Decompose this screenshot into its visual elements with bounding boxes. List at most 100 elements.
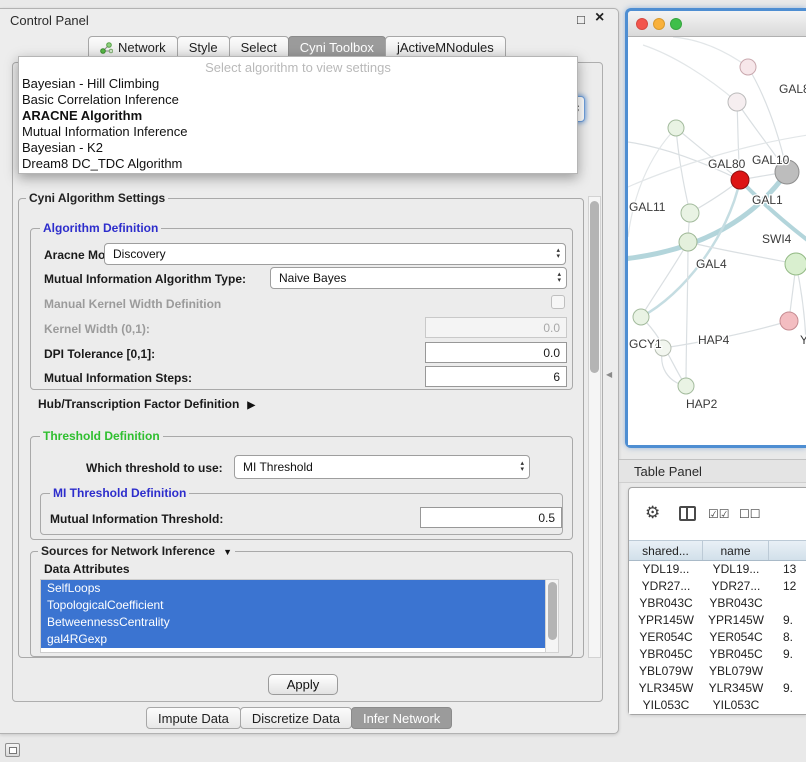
float-window-icon[interactable]: □ xyxy=(577,12,585,27)
network-node[interactable] xyxy=(780,312,798,330)
dpi-tolerance-label: DPI Tolerance [0,1]: xyxy=(44,347,155,361)
table-header-cell[interactable]: shared... xyxy=(629,541,703,560)
sources-header[interactable]: Sources for Network Inference ▼ xyxy=(38,544,235,558)
network-node[interactable] xyxy=(785,253,806,275)
combo-value: Discovery xyxy=(113,247,166,261)
network-node-label: GCY1 xyxy=(629,337,662,351)
network-node-label: GAL4 xyxy=(696,257,727,271)
network-node-label: SWI4 xyxy=(762,232,792,246)
minimize-traffic-light-icon[interactable] xyxy=(653,18,665,30)
table-cell: YLR345W xyxy=(703,680,769,697)
table-row[interactable]: YER054CYER054C8. xyxy=(629,629,806,646)
dpi-tolerance-field[interactable]: 0.0 xyxy=(425,342,567,363)
dropdown-placeholder: Select algorithm to view settings xyxy=(19,59,577,76)
network-tab-icon xyxy=(100,42,113,54)
mi-threshold-definition-title: MI Threshold Definition xyxy=(50,486,189,500)
network-node[interactable] xyxy=(668,120,684,136)
table-row[interactable]: YLR345WYLR345W9. xyxy=(629,680,806,697)
apply-button[interactable]: Apply xyxy=(268,674,338,695)
table-row[interactable]: YDL19...YDL19...13 xyxy=(629,561,806,578)
settings-scrollbar[interactable] xyxy=(588,196,601,658)
attribute-list-scrollbar-thumb[interactable] xyxy=(548,582,557,640)
table-cell: YBR043C xyxy=(703,595,769,612)
attribute-list-scrollbar[interactable] xyxy=(545,579,559,653)
network-node[interactable] xyxy=(633,309,649,325)
table-row[interactable]: YIL053CYIL053C xyxy=(629,697,806,714)
tab-label: Discretize Data xyxy=(252,711,340,726)
mi-threshold-field[interactable]: 0.5 xyxy=(420,507,562,528)
table-cell xyxy=(769,663,806,680)
aracne-mode-combo[interactable]: Discovery ▴▾ xyxy=(104,243,566,265)
expand-right-icon[interactable]: ▶ xyxy=(247,400,255,411)
dropdown-item[interactable]: Bayesian - Hill Climbing xyxy=(19,76,577,92)
table-cell: YBL079W xyxy=(629,663,703,680)
mi-algorithm-type-combo[interactable]: Naive Bayes ▴▾ xyxy=(270,267,567,289)
tab-impute-data[interactable]: Impute Data xyxy=(146,707,241,729)
mi-steps-field[interactable]: 6 xyxy=(425,366,567,387)
kernel-width-field: 0.0 xyxy=(425,317,567,338)
dropdown-item[interactable]: Bayesian - K2 xyxy=(19,140,577,156)
collapse-down-icon[interactable]: ▼ xyxy=(223,547,232,557)
table-row[interactable]: YBR045CYBR045C9. xyxy=(629,646,806,663)
close-window-icon[interactable]: × xyxy=(595,9,604,27)
clear-selection-icon[interactable]: ☐☐ xyxy=(739,507,761,521)
table-cell: YBR045C xyxy=(629,646,703,663)
network-node[interactable] xyxy=(679,233,697,251)
network-edge xyxy=(628,128,676,237)
restore-panel-icon[interactable] xyxy=(5,743,20,757)
combo-arrows-icon: ▴▾ xyxy=(556,244,560,264)
network-node[interactable] xyxy=(728,93,746,111)
network-node[interactable] xyxy=(731,171,749,189)
tab-label: Infer Network xyxy=(363,711,440,726)
dropdown-item[interactable]: Basic Correlation Inference xyxy=(19,92,577,108)
gear-icon[interactable]: ⚙ xyxy=(645,503,660,523)
tab-label: Network xyxy=(118,40,166,55)
columns-icon[interactable] xyxy=(679,506,696,521)
table-cell: YDL19... xyxy=(629,561,703,578)
network-node-label: GAL11 xyxy=(629,200,666,214)
settings-scrollbar-thumb[interactable] xyxy=(590,201,599,373)
attribute-list-item[interactable]: BetweennessCentrality xyxy=(41,614,545,631)
network-canvas[interactable]: GAL8GAL80GAL10GAL11GAL1SWI4GAL4GCY1HAP4H… xyxy=(628,37,806,445)
table-cell: YBR043C xyxy=(629,595,703,612)
tab-discretize-data[interactable]: Discretize Data xyxy=(240,707,352,729)
attribute-list-item[interactable]: TopologicalCoefficient xyxy=(41,597,545,614)
attribute-list-item[interactable]: gal4RGexp xyxy=(41,631,545,648)
sources-title: Sources for Network Inference xyxy=(41,544,215,558)
bottom-tabbar: Impute Data Discretize Data Infer Networ… xyxy=(146,707,451,729)
attribute-list-item[interactable]: SelfLoops xyxy=(41,580,545,597)
table-row[interactable]: YBL079WYBL079W xyxy=(629,663,806,680)
dropdown-item-highlighted[interactable]: ARACNE Algorithm xyxy=(19,108,577,124)
close-traffic-light-icon[interactable] xyxy=(636,18,648,30)
tab-label: Style xyxy=(189,40,218,55)
attribute-list[interactable]: SelfLoops TopologicalCoefficient Between… xyxy=(40,579,559,653)
table-header-cell[interactable]: name xyxy=(703,541,769,560)
combo-down-icon: ▾ xyxy=(520,467,524,473)
table-cell: YLR345W xyxy=(629,680,703,697)
select-all-icon[interactable]: ☑☑ xyxy=(708,507,730,521)
table-row[interactable]: YBR043CYBR043C xyxy=(629,595,806,612)
network-node[interactable] xyxy=(681,204,699,222)
table-cell: YER054C xyxy=(703,629,769,646)
network-node[interactable] xyxy=(740,59,756,75)
network-node[interactable] xyxy=(678,378,694,394)
table-row[interactable]: YPR145WYPR145W9. xyxy=(629,612,806,629)
table-header-cell[interactable] xyxy=(769,541,806,560)
tab-infer-network[interactable]: Infer Network xyxy=(351,707,452,729)
which-threshold-combo[interactable]: MI Threshold ▴▾ xyxy=(234,455,530,479)
dropdown-item[interactable]: Dream8 DC_TDC Algorithm xyxy=(19,156,577,172)
dropdown-item[interactable]: Mutual Information Inference xyxy=(19,124,577,140)
table-cell: YIL053C xyxy=(703,697,769,714)
hub-section-header[interactable]: Hub/Transcription Factor Definition ▶ xyxy=(38,397,255,411)
zoom-traffic-light-icon[interactable] xyxy=(670,18,682,30)
table-cell: YDR27... xyxy=(629,578,703,595)
hub-section-label: Hub/Transcription Factor Definition xyxy=(38,397,239,411)
window-title: Control Panel xyxy=(10,13,89,28)
combo-down-icon: ▾ xyxy=(557,278,561,284)
panel-splitter-collapse-icon[interactable]: ◀ xyxy=(606,370,612,379)
which-threshold-label: Which threshold to use: xyxy=(86,461,223,475)
manual-kernel-width-checkbox[interactable] xyxy=(551,295,565,309)
table-row[interactable]: YDR27...YDR27...12 xyxy=(629,578,806,595)
table-body[interactable]: YDL19...YDL19...13YDR27...YDR27...12YBR0… xyxy=(629,561,806,714)
network-edge xyxy=(676,128,690,213)
